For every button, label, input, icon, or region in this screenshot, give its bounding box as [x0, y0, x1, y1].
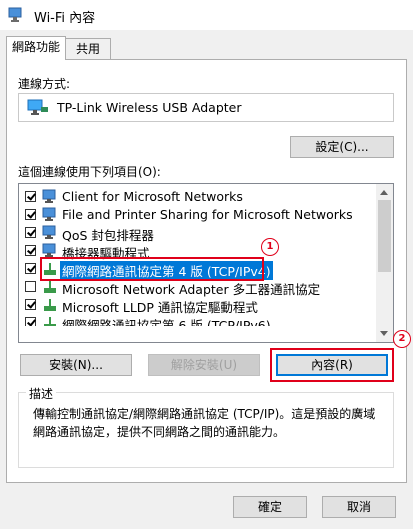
- network-client-icon: [42, 189, 59, 205]
- item-checkbox[interactable]: [25, 317, 36, 326]
- list-item[interactable]: Client for Microsoft Networks: [19, 188, 375, 206]
- scroll-thumb[interactable]: [378, 200, 391, 272]
- protocol-icon: [42, 315, 59, 326]
- items-label: 這個連線使用下列項目(O):: [18, 165, 161, 179]
- adapter-box: TP-Link Wireless USB Adapter: [18, 93, 394, 122]
- description-text: 傳輸控制通訊協定/網際網路通訊協定 (TCP/IP)。這是預設的廣域網路通訊協定…: [33, 407, 376, 439]
- ok-button[interactable]: 確定: [233, 496, 307, 518]
- scroll-down-icon[interactable]: [380, 331, 388, 336]
- list-item[interactable]: Microsoft LLDP 通訊協定驅動程式: [19, 296, 375, 315]
- description-title: 描述: [26, 385, 57, 402]
- window-title: Wi-Fi 內容: [34, 11, 96, 26]
- item-checkbox[interactable]: [25, 245, 36, 256]
- cancel-button[interactable]: 取消: [322, 496, 396, 518]
- network-adapter-icon: [8, 7, 26, 26]
- list-item[interactable]: 網際網路通訊協定第 6 版 (TCP/IPv6): [19, 314, 375, 326]
- annotation-badge-1: 1: [261, 238, 279, 256]
- item-checkbox[interactable]: [25, 227, 36, 238]
- adapter-name: TP-Link Wireless USB Adapter: [57, 100, 242, 115]
- item-checkbox[interactable]: [25, 299, 36, 310]
- configure-button[interactable]: 設定(C)...: [290, 136, 394, 158]
- item-checkbox[interactable]: [25, 209, 36, 220]
- uninstall-button[interactable]: 解除安裝(U): [148, 354, 260, 376]
- annotation-badge-2: 2: [393, 330, 411, 348]
- list-scrollbar[interactable]: [376, 184, 393, 342]
- scroll-up-icon[interactable]: [380, 190, 388, 195]
- network-service-icon: [42, 207, 59, 223]
- annotation-highlight-1: [40, 257, 264, 281]
- item-label: Client for Microsoft Networks: [62, 189, 243, 204]
- install-button[interactable]: 安裝(N)...: [20, 354, 132, 376]
- tab-networking[interactable]: 網路功能: [6, 36, 66, 60]
- protocol-icon: [42, 297, 59, 313]
- title-bar: Wi-Fi 內容: [0, 0, 413, 30]
- list-item[interactable]: File and Printer Sharing for Microsoft N…: [19, 206, 375, 224]
- annotation-highlight-2: [270, 348, 394, 382]
- connect-using-label: 連線方式:: [18, 77, 71, 91]
- protocol-icon: [42, 279, 59, 295]
- item-checkbox[interactable]: [25, 281, 36, 292]
- tab-sharing[interactable]: 共用: [65, 38, 111, 60]
- network-adapter-icon: [27, 99, 49, 120]
- network-service-icon: [42, 225, 59, 241]
- item-checkbox[interactable]: [25, 191, 36, 202]
- item-label: 網際網路通訊協定第 6 版 (TCP/IPv6): [62, 318, 271, 326]
- list-item[interactable]: QoS 封包排程器: [19, 224, 375, 243]
- item-label: File and Printer Sharing for Microsoft N…: [62, 207, 353, 222]
- item-checkbox[interactable]: [25, 263, 36, 274]
